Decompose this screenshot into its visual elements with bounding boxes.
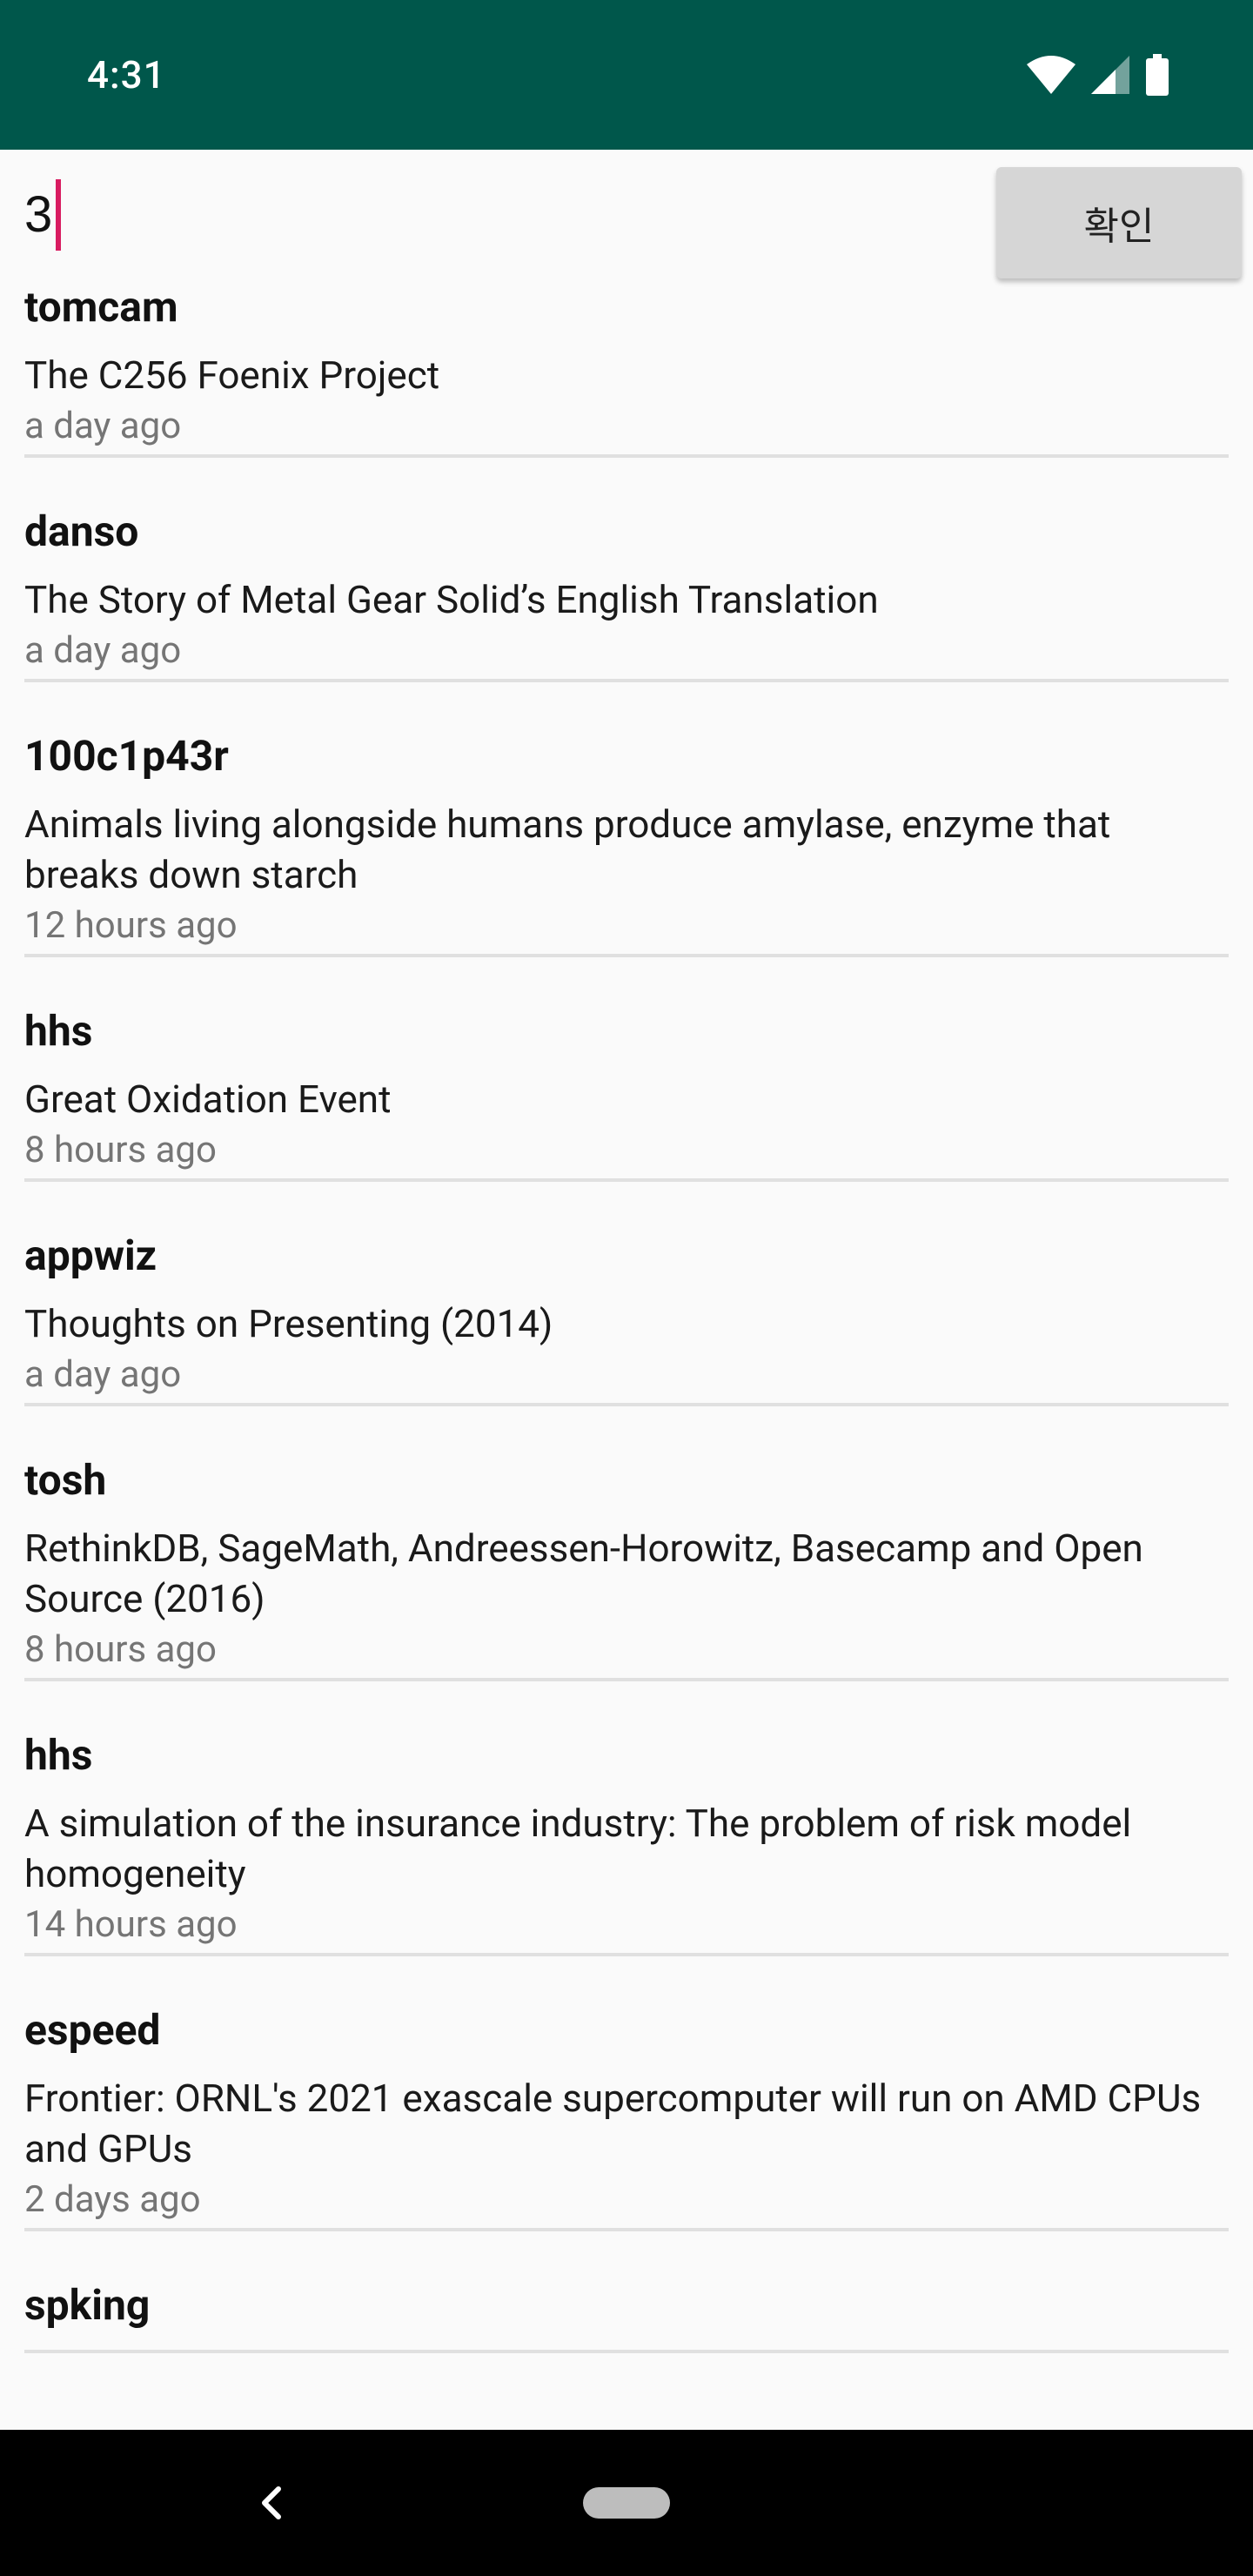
confirm-button[interactable]: 확인 — [996, 167, 1242, 278]
list-item[interactable]: tosh RethinkDB, SageMath, Andreessen-Hor… — [24, 1453, 1229, 1681]
item-time: 8 hours ago — [24, 1628, 217, 1671]
list-item[interactable]: danso The Story of Metal Gear Solid’s En… — [24, 505, 1229, 682]
item-time: 2 days ago — [24, 2178, 201, 2221]
list-item[interactable]: hhs Great Oxidation Event 8 hours ago — [24, 1004, 1229, 1182]
list-item[interactable]: spking — [24, 2278, 1229, 2353]
item-time: 8 hours ago — [24, 1129, 217, 1171]
item-author: spking — [24, 2280, 151, 2330]
item-author: 100c1p43r — [24, 731, 229, 781]
list-item[interactable]: appwiz Thoughts on Presenting (2014) a d… — [24, 1229, 1229, 1406]
item-author: hhs — [24, 1006, 93, 1056]
item-time: a day ago — [24, 1353, 182, 1396]
item-author: hhs — [24, 1730, 93, 1780]
item-time: 12 hours ago — [24, 904, 238, 947]
item-title: Thoughts on Presenting (2014) — [24, 1301, 553, 1346]
item-author: appwiz — [24, 1231, 157, 1280]
confirm-button-label: 확인 — [1083, 204, 1155, 249]
wifi-icon — [1027, 56, 1075, 94]
list-item[interactable]: tomcam The C256 Foenix Project a day ago — [24, 280, 1229, 458]
status-time: 4:31 — [87, 52, 166, 97]
text-caret — [56, 179, 62, 251]
back-icon[interactable] — [252, 2479, 287, 2531]
status-icons — [1027, 52, 1169, 97]
item-title: The C256 Foenix Project — [24, 352, 440, 398]
item-title: Great Oxidation Event — [24, 1077, 392, 1122]
status-bar: 4:31 — [0, 0, 1253, 150]
search-input[interactable]: 3 — [24, 176, 982, 254]
list-item[interactable]: hhs A simulation of the insurance indust… — [24, 1728, 1229, 1956]
item-title: The Story of Metal Gear Solid’s English … — [24, 577, 879, 622]
item-title: A simulation of the insurance industry: … — [24, 1801, 1132, 1896]
list-item[interactable]: 100c1p43r Animals living alongside human… — [24, 729, 1229, 957]
item-time: 14 hours ago — [24, 1903, 238, 1946]
item-title: Animals living alongside humans produce … — [24, 802, 1111, 897]
search-input-value: 3 — [24, 186, 53, 243]
search-row: 3 확인 — [0, 150, 1253, 280]
item-author: tosh — [24, 1455, 107, 1505]
item-time: a day ago — [24, 405, 182, 447]
home-pill-icon[interactable] — [583, 2487, 670, 2519]
item-title: Frontier: ORNL's 2021 exascale supercomp… — [24, 2076, 1202, 2171]
item-author: espeed — [24, 2005, 161, 2055]
item-time: a day ago — [24, 629, 182, 672]
item-author: danso — [24, 506, 139, 556]
item-title: RethinkDB, SageMath, Andreessen-Horowitz… — [24, 1526, 1143, 1621]
battery-icon — [1145, 54, 1169, 96]
navigation-bar — [0, 2430, 1253, 2576]
item-author: tomcam — [24, 282, 178, 332]
list-item[interactable]: espeed Frontier: ORNL's 2021 exascale su… — [24, 2003, 1229, 2231]
story-list[interactable]: tomcam The C256 Foenix Project a day ago… — [24, 280, 1229, 2430]
cell-signal-icon — [1091, 56, 1129, 94]
